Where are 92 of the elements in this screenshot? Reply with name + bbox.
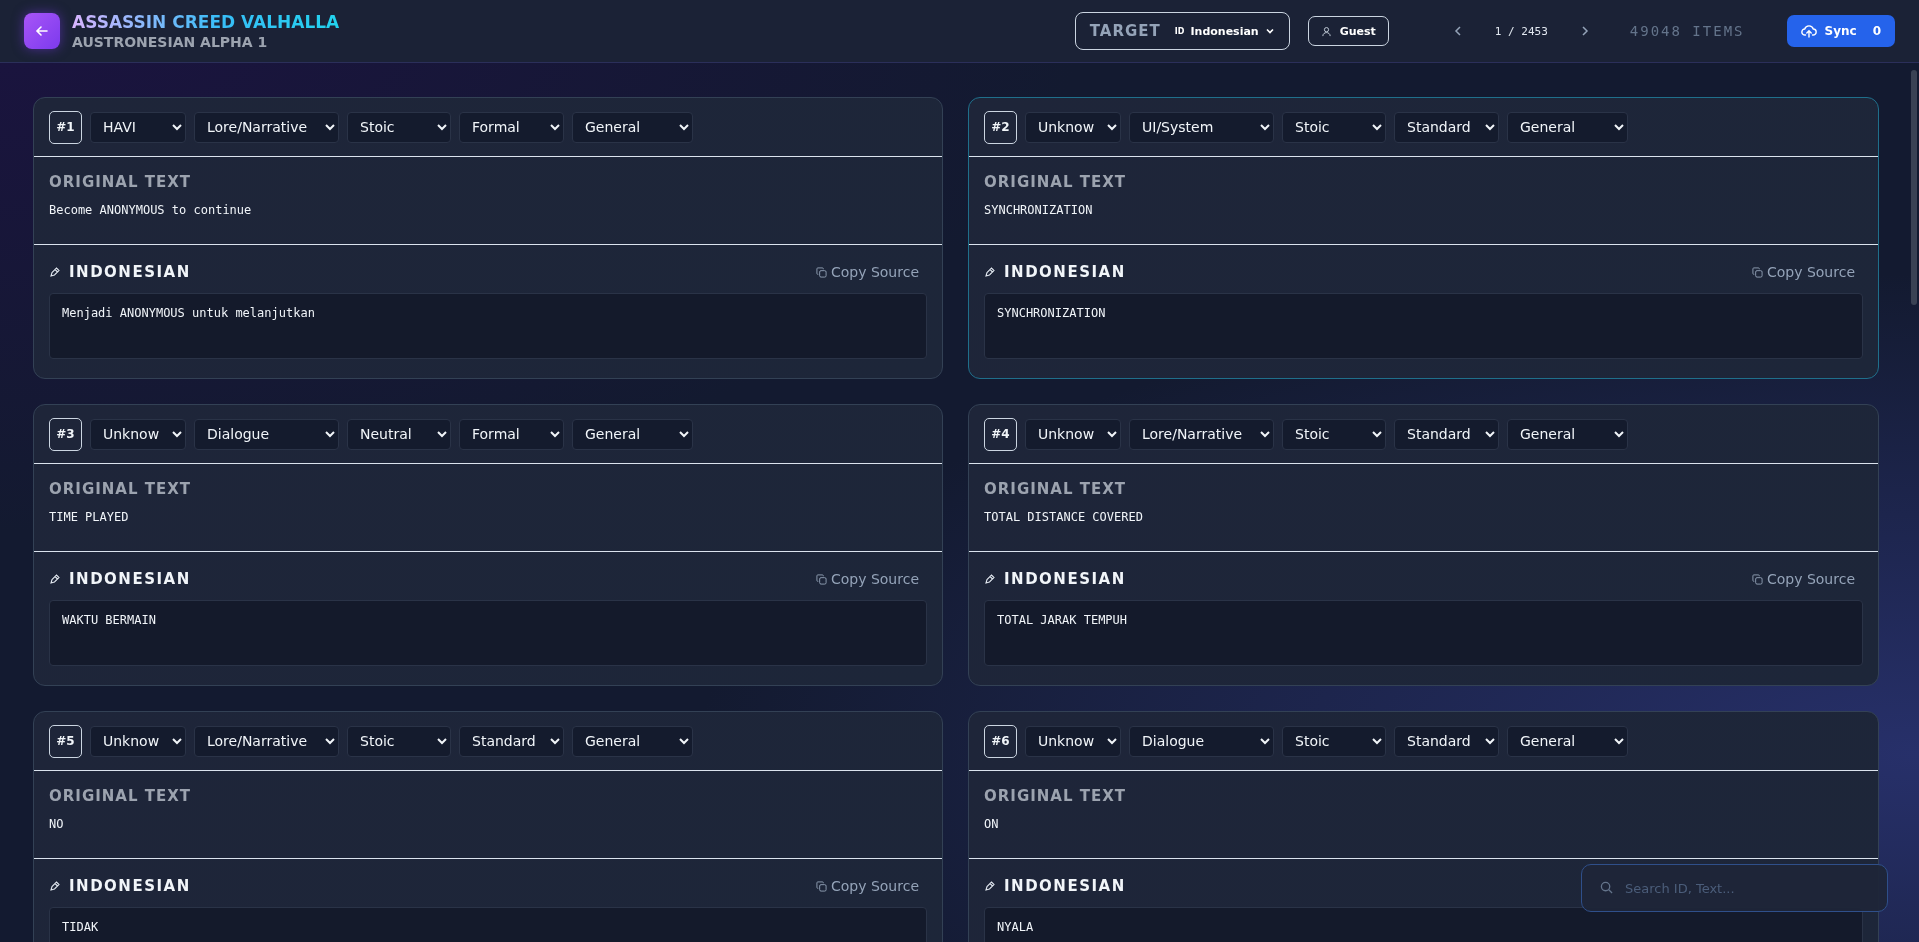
copy-source-button[interactable]: Copy Source xyxy=(1751,264,1863,280)
tag-dropdown[interactable]: Stoic xyxy=(1282,725,1386,757)
chevron-down-icon xyxy=(1264,26,1275,36)
page-indicator: 1 / 2453 xyxy=(1494,24,1548,38)
copy-icon xyxy=(1751,266,1763,278)
tag-dropdown[interactable]: Neutral xyxy=(347,418,451,450)
tag-dropdown[interactable]: Unknow xyxy=(1025,111,1121,143)
pen-icon xyxy=(49,573,61,585)
project-subtitle: AUSTRONESIAN ALPHA 1 xyxy=(72,34,269,50)
sync-button[interactable]: Sync 0 xyxy=(1786,15,1895,47)
arrow-left-icon xyxy=(35,24,49,38)
target-language-selector[interactable]: TARGET ID Indonesian xyxy=(1074,12,1290,50)
tag-dropdown[interactable]: Standard xyxy=(1394,418,1499,450)
section-label: ORIGINAL TEXT xyxy=(984,173,1127,191)
copy-icon xyxy=(1751,573,1763,585)
original-text: SYNCHRONIZATION xyxy=(984,203,1094,217)
tag-dropdown[interactable]: Lore/Narrative xyxy=(194,725,339,757)
tag-dropdown[interactable]: UI/System xyxy=(1129,111,1274,143)
copy-source-button[interactable]: Copy Source xyxy=(815,264,927,280)
chevron-right-icon xyxy=(1579,25,1590,37)
tag-dropdown[interactable]: Formal xyxy=(459,418,564,450)
copy-source-button[interactable]: Copy Source xyxy=(1751,571,1863,587)
original-text: TOTAL DISTANCE COVERED xyxy=(984,510,1144,524)
search-field[interactable]: Search ID, Text... xyxy=(1581,864,1888,912)
section-label: ORIGINAL TEXT xyxy=(49,173,192,191)
pen-icon xyxy=(49,880,61,892)
original-text: ON xyxy=(984,817,1000,831)
tag-dropdown[interactable]: Stoic xyxy=(347,725,451,757)
tag-dropdown[interactable]: General xyxy=(1507,725,1628,757)
translation-field[interactable]: TIDAK xyxy=(49,907,927,942)
translation-field[interactable]: NYALA xyxy=(984,907,1863,942)
back-button[interactable] xyxy=(24,13,60,49)
copy-icon xyxy=(815,573,827,585)
tag-dropdown[interactable]: Stoic xyxy=(347,111,451,143)
tag-dropdown[interactable]: Unknow xyxy=(90,725,186,757)
translation-field[interactable]: SYNCHRONIZATION xyxy=(984,293,1863,359)
entry-number: #2 xyxy=(984,110,1017,144)
entry-number: #5 xyxy=(49,724,82,758)
section-label: ORIGINAL TEXT xyxy=(49,787,192,805)
search-icon xyxy=(1600,881,1613,894)
tag-dropdown[interactable]: Unknow xyxy=(1025,725,1121,757)
tag-dropdown[interactable]: Unknow xyxy=(90,418,186,450)
user-button[interactable]: Guest xyxy=(1307,16,1389,46)
tag-dropdown[interactable]: General xyxy=(1507,418,1628,450)
cloud-upload-icon xyxy=(1800,24,1817,38)
tag-dropdown[interactable]: Stoic xyxy=(1282,418,1386,450)
entry-number: #4 xyxy=(984,417,1017,451)
original-text: NO xyxy=(49,817,65,831)
pen-icon xyxy=(984,880,996,892)
copy-icon xyxy=(815,880,827,892)
pen-icon xyxy=(984,266,996,278)
tag-dropdown[interactable]: Unknow xyxy=(1025,418,1121,450)
tag-dropdown[interactable]: Lore/Narrative xyxy=(1129,418,1274,450)
item-count: 49048 ITEMS xyxy=(1629,23,1745,39)
language-label: INDONESIAN xyxy=(1004,570,1126,588)
tag-dropdown[interactable]: General xyxy=(572,725,693,757)
language-label: INDONESIAN xyxy=(69,570,191,588)
copy-source-button[interactable]: Copy Source xyxy=(815,571,927,587)
translation-field[interactable]: TOTAL JARAK TEMPUH xyxy=(984,600,1863,666)
tag-dropdown[interactable]: Dialogue xyxy=(1129,725,1274,757)
entry-number: #1 xyxy=(49,110,82,144)
translation-field[interactable]: WAKTU BERMAIN xyxy=(49,600,927,666)
language-label: INDONESIAN xyxy=(69,263,191,281)
copy-source-button[interactable]: Copy Source xyxy=(815,878,927,894)
section-label: ORIGINAL TEXT xyxy=(49,480,192,498)
chevron-left-icon xyxy=(1452,25,1463,37)
copy-icon xyxy=(815,266,827,278)
tag-dropdown[interactable]: Standard xyxy=(459,725,564,757)
tag-dropdown[interactable]: Standard xyxy=(1394,111,1499,143)
section-label: ORIGINAL TEXT xyxy=(984,480,1127,498)
entry-number: #6 xyxy=(984,724,1017,758)
tag-dropdown[interactable]: Lore/Narrative xyxy=(194,111,339,143)
tag-dropdown[interactable]: General xyxy=(572,418,693,450)
user-icon xyxy=(1320,25,1332,37)
pen-icon xyxy=(984,573,996,585)
tag-dropdown[interactable]: General xyxy=(1507,111,1628,143)
tag-dropdown[interactable]: General xyxy=(572,111,693,143)
original-text: TIME PLAYED xyxy=(49,510,130,524)
pen-icon xyxy=(49,266,61,278)
translation-field[interactable]: Menjadi ANONYMOUS untuk melanjutkan xyxy=(49,293,927,359)
tag-dropdown[interactable]: Formal xyxy=(459,111,564,143)
section-label: ORIGINAL TEXT xyxy=(984,787,1127,805)
tag-dropdown[interactable]: Stoic xyxy=(1282,111,1386,143)
scrollbar[interactable] xyxy=(1911,70,1917,305)
tag-dropdown[interactable]: Standard xyxy=(1394,725,1499,757)
language-label: INDONESIAN xyxy=(1004,263,1126,281)
entry-number: #3 xyxy=(49,417,82,451)
tag-dropdown[interactable]: HAVI xyxy=(90,111,186,143)
original-text: Become ANONYMOUS to continue xyxy=(49,203,253,217)
language-label: INDONESIAN xyxy=(69,877,191,895)
tag-dropdown[interactable]: Dialogue xyxy=(194,418,339,450)
language-label: INDONESIAN xyxy=(1004,877,1126,895)
